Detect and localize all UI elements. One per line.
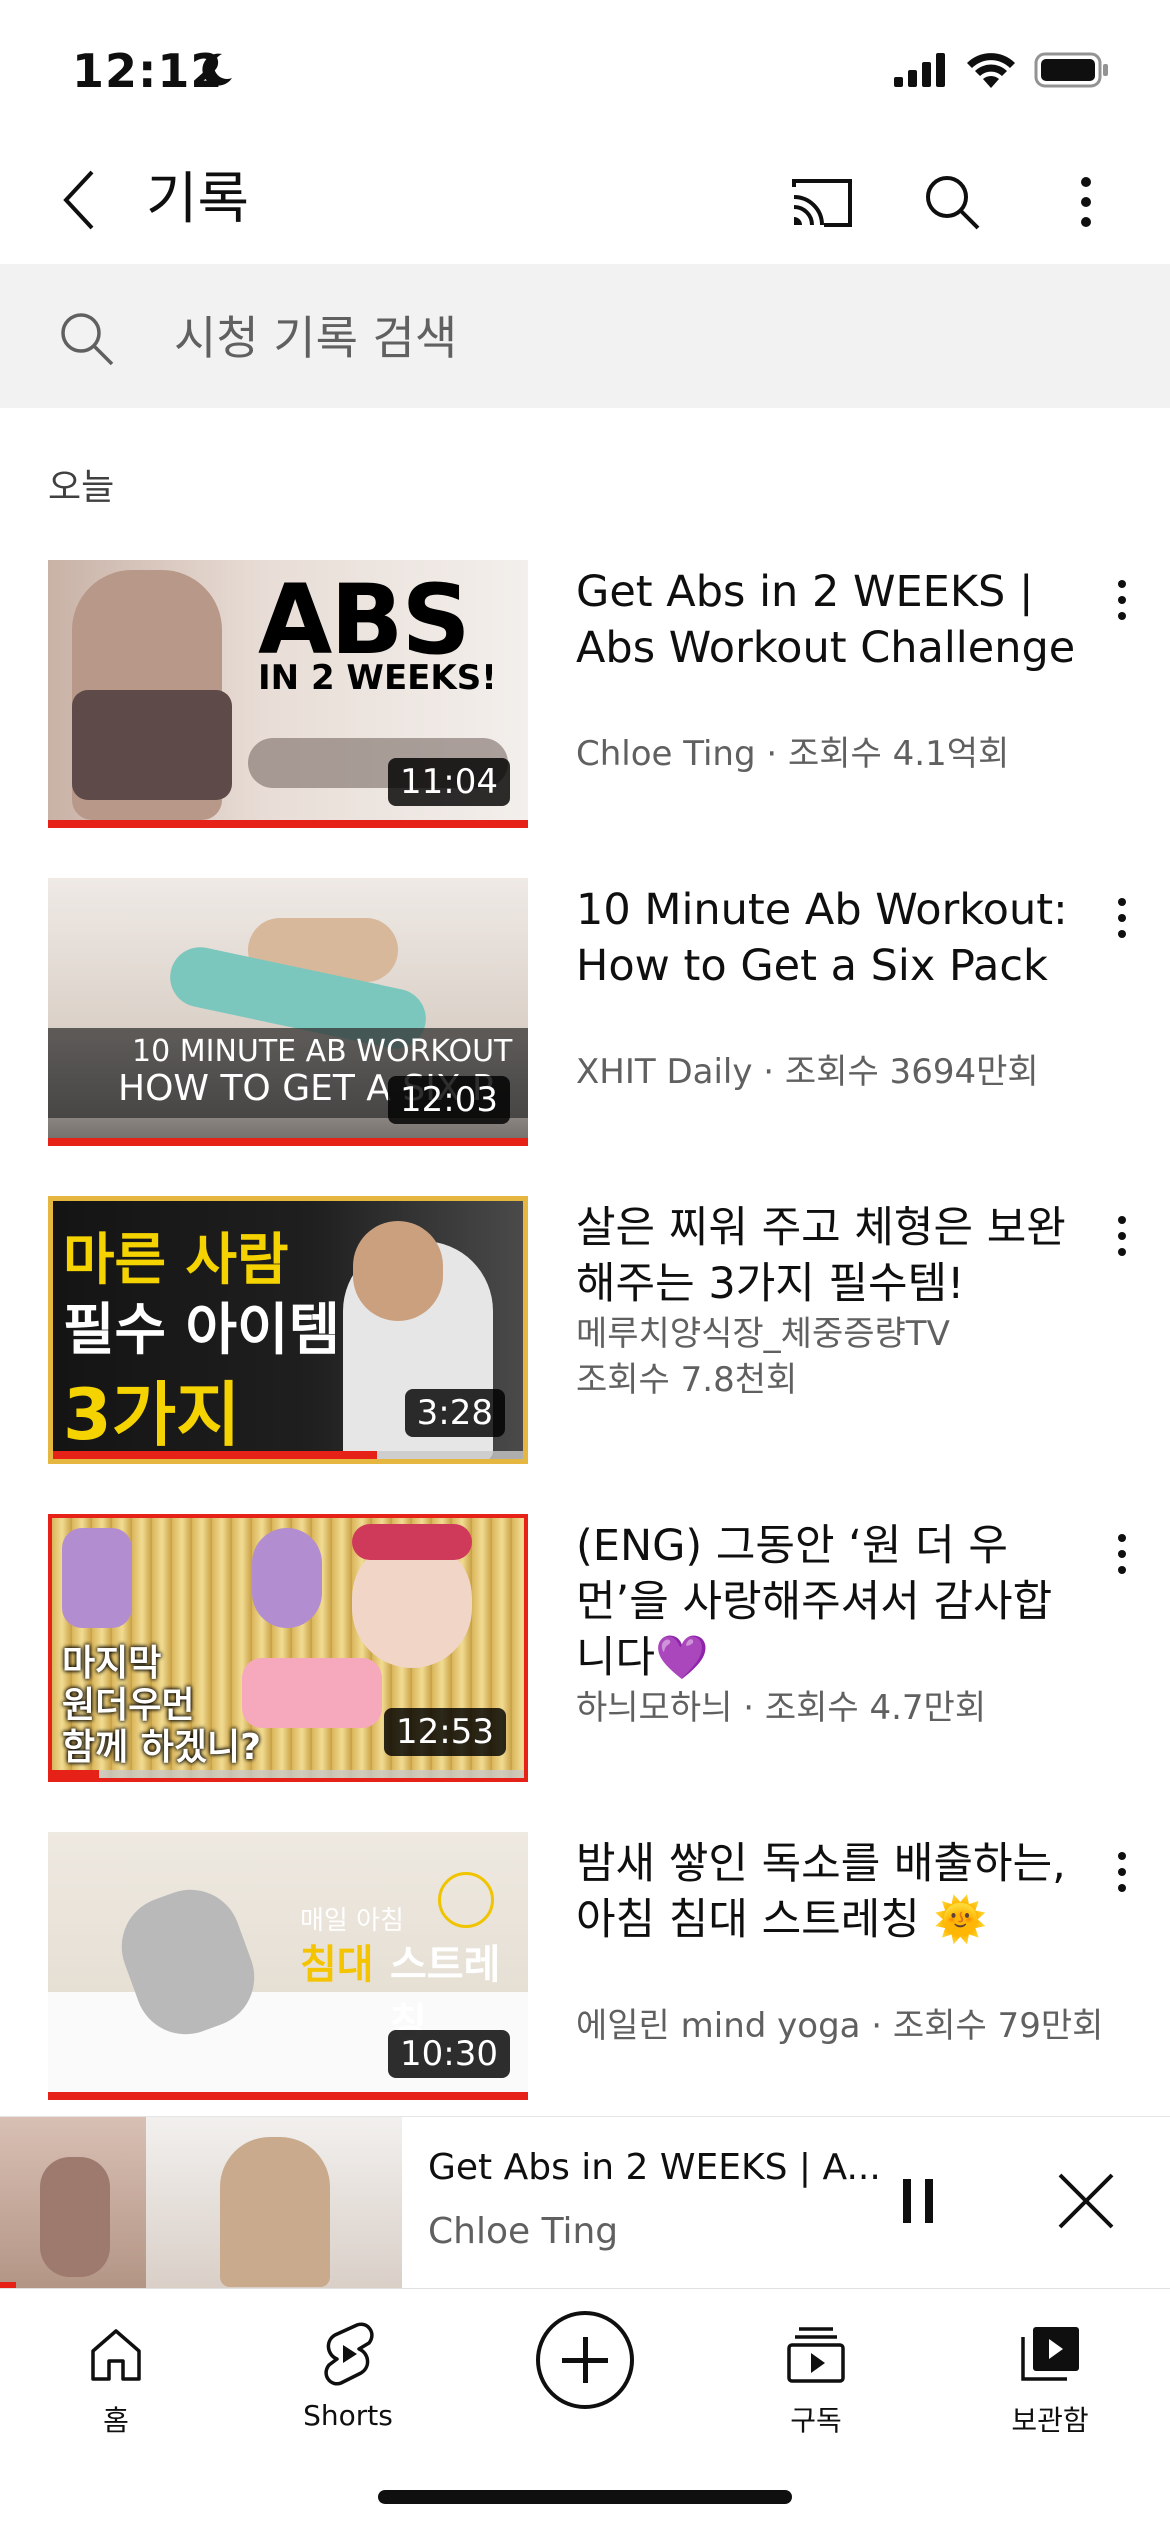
wifi-icon [967,53,1015,88]
person-figure [40,2157,110,2277]
duration-badge: 12:03 [388,1076,510,1124]
library-icon [1021,2327,1079,2381]
sun-drawing [438,1872,494,1928]
shorts-icon [324,2322,374,2386]
search-button[interactable] [912,162,992,242]
nav-label: Shorts [303,2399,393,2432]
balloon-letter [252,1528,322,1628]
subscriptions-icon [787,2327,845,2383]
list-item[interactable]: 마지막 원더우먼 함께 하겠니? 12:53 (ENG) 그동안 ‘원 더 우먼… [0,1514,1170,1814]
video-meta: Chloe Ting · 조회수 4.1억회 [576,734,1010,774]
video-channel: 메루치양식장_체중증량TV [576,1314,950,1354]
thumb-subline: 침대 [300,1942,374,1988]
video-meta: XHIT Daily · 조회수 3694만회 [576,1052,1039,1092]
video-title[interactable]: (ENG) 그동안 ‘원 더 우먼’을 사랑해주셔서 감사합니다💜 [576,1518,1076,1686]
nav-label: 구독 [790,2404,842,2437]
search-placeholder: 시청 기록 검색 [174,311,458,365]
nav-item-home[interactable]: 홈 [26,2307,206,2457]
list-item[interactable]: 마른 사람 필수 아이템 3가지 3:28 살은 찌워 주고 체형은 보완해주는… [0,1196,1170,1496]
video-thumbnail[interactable]: 마른 사람 필수 아이템 3가지 3:28 [48,1196,528,1464]
video-more-button[interactable] [1100,1206,1144,1266]
cast-icon [792,179,852,227]
search-icon [61,313,114,366]
watch-progress-fill [48,820,528,828]
thumb-subline: 필수 아이템 [63,1298,341,1363]
video-more-button[interactable] [1100,1524,1144,1584]
home-icon [91,2329,141,2381]
list-item[interactable]: ABS IN 2 WEEKS! 11:04 Get Abs in 2 WEEKS… [0,560,1170,860]
back-button[interactable] [40,160,120,240]
nav-item-subscriptions[interactable]: 구독 [726,2307,906,2457]
video-title[interactable]: 10 Minute Ab Workout: How to Get a Six P… [576,882,1076,994]
chevron-left-icon [63,170,94,230]
nav-label: 홈 [103,2404,129,2437]
nav-item-shorts[interactable]: Shorts [258,2307,438,2457]
cast-button[interactable] [782,162,862,242]
moon-icon [202,53,232,86]
watch-progress-fill [48,2092,528,2100]
video-more-button[interactable] [1100,888,1144,948]
mini-player-title[interactable]: Get Abs in 2 WEEKS | A... [428,2147,881,2188]
list-item[interactable]: 매일 아침 침대 스트레칭 10:30 밤새 쌓인 독소를 배출하는, 아침 침… [0,1832,1170,2132]
video-thumbnail[interactable]: 10 MINUTE AB WORKOUT HOW TO GET A SIX P … [48,878,528,1146]
signal-icon [894,53,945,87]
app-header: 기록 [0,140,1170,264]
status-bar: 12:12 [0,0,1170,140]
person-figure [220,2137,330,2287]
thumb-headline: 마른 사람 [63,1228,289,1293]
watch-progress-track [48,2092,528,2100]
home-indicator [378,2490,792,2504]
duration-badge: 11:04 [388,758,510,806]
more-vert-icon [1081,177,1091,227]
nav-label: 보관함 [1011,2404,1089,2437]
pause-button[interactable] [880,2163,956,2239]
video-title[interactable]: Get Abs in 2 WEEKS | Abs Workout Challen… [576,564,1076,676]
battery-icon [1034,52,1108,88]
page-title: 기록 [146,167,250,232]
more-options-button[interactable] [1046,162,1126,242]
video-meta: 에일린 mind yoga · 조회수 79만회 [576,2006,1104,2046]
mini-player-channel: Chloe Ting [428,2211,619,2252]
watch-progress-track [52,1770,524,1778]
shorts-figure [72,690,232,800]
video-thumbnail[interactable]: 마지막 원더우먼 함께 하겠니? 12:53 [48,1514,528,1782]
close-icon[interactable] [1046,2161,1126,2241]
balloon-letter [62,1528,132,1628]
section-label-today: 오늘 [48,467,115,508]
thumb-subline: IN 2 WEEKS! [258,658,497,698]
video-meta: 하늬모하늬 · 조회수 4.7만회 [576,1688,987,1728]
video-title[interactable]: 살은 찌워 주고 체형은 보완해주는 3가지 필수템! [576,1200,1076,1312]
duration-badge: 10:30 [388,2030,510,2078]
watch-progress-fill [53,1451,378,1459]
watch-progress-fill [48,1138,528,1146]
search-icon [926,176,980,230]
watch-progress-track [48,820,528,828]
mini-player-thumbnail[interactable] [0,2117,402,2289]
history-search-input[interactable]: 시청 기록 검색 [0,264,1170,408]
video-more-button[interactable] [1100,1842,1144,1902]
video-more-button[interactable] [1100,570,1144,630]
flower-crown [352,1524,472,1560]
watch-progress-track [48,1138,528,1146]
cake [242,1658,382,1728]
video-thumbnail[interactable]: ABS IN 2 WEEKS! 11:04 [48,560,528,828]
video-title[interactable]: 밤새 쌓인 독소를 배출하는, 아침 침대 스트레칭 🌞 [576,1836,1076,1948]
duration-badge: 12:53 [384,1708,506,1756]
video-thumbnail[interactable]: 매일 아침 침대 스트레칭 10:30 [48,1832,528,2100]
mini-player[interactable]: Get Abs in 2 WEEKS | A... Chloe Ting [0,2116,1170,2289]
nav-item-library[interactable]: 보관함 [960,2307,1140,2457]
status-icons [894,52,1110,88]
duration-badge: 3:28 [404,1389,505,1437]
thumb-tagline: 3가지 [63,1374,241,1456]
list-item[interactable]: 10 MINUTE AB WORKOUT HOW TO GET A SIX P … [0,878,1170,1178]
create-button[interactable] [536,2311,634,2409]
thumb-tagline: 함께 하겠니? [62,1727,262,1768]
person-face [353,1221,443,1321]
watch-progress-fill [52,1770,100,1778]
video-views: 조회수 7.8천회 [576,1360,798,1400]
thumb-headline: 10 MINUTE AB WORKOUT [132,1034,513,1069]
watch-progress-track [53,1451,523,1459]
